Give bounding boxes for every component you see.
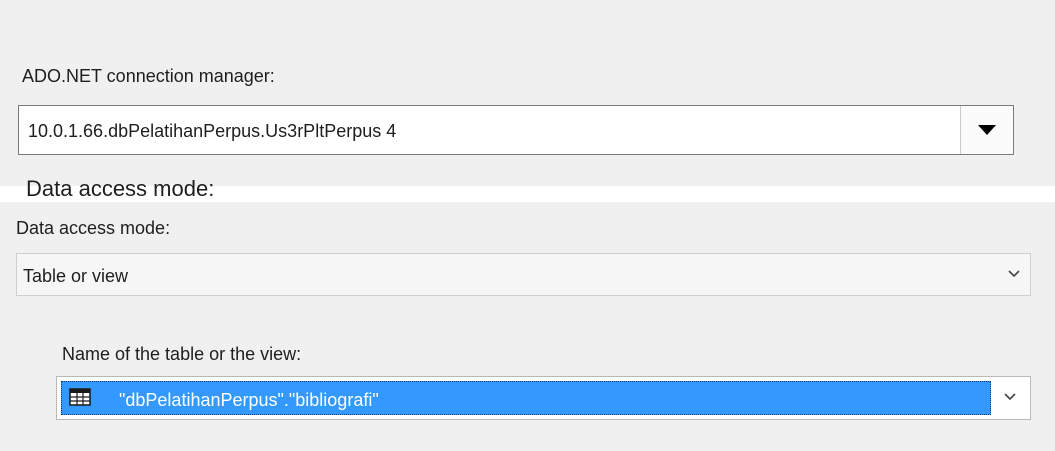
triangle-down-icon [978, 125, 996, 135]
data-access-mode-select[interactable]: Table or view [16, 253, 1031, 296]
connection-manager-label: ADO.NET connection manager: [22, 66, 275, 86]
connection-manager-value: 10.0.1.66.dbPelatihanPerpus.Us3rPltPerpu… [28, 121, 397, 141]
table-icon [69, 388, 91, 406]
connection-manager-panel: Data access mode: [0, 0, 1055, 200]
connection-manager-dropdown-button[interactable] [960, 106, 1013, 154]
selected-table-item[interactable]: "dbPelatihanPerpus"."bibliografi" [61, 381, 991, 415]
connection-manager-select[interactable]: 10.0.1.66.dbPelatihanPerpus.Us3rPltPerpu… [18, 105, 1014, 155]
chevron-down-icon [1004, 393, 1016, 401]
table-name-value: "dbPelatihanPerpus"."bibliografi" [119, 390, 379, 410]
data-access-mode-label: Data access mode: [16, 218, 171, 238]
data-access-mode-value: Table or view [23, 266, 129, 286]
table-name-select[interactable]: "dbPelatihanPerpus"."bibliografi" [56, 376, 1031, 420]
partially-hidden-label: Data access mode: [26, 176, 215, 201]
chevron-down-icon [1008, 270, 1020, 278]
table-name-label: Name of the table or the view: [62, 344, 302, 364]
